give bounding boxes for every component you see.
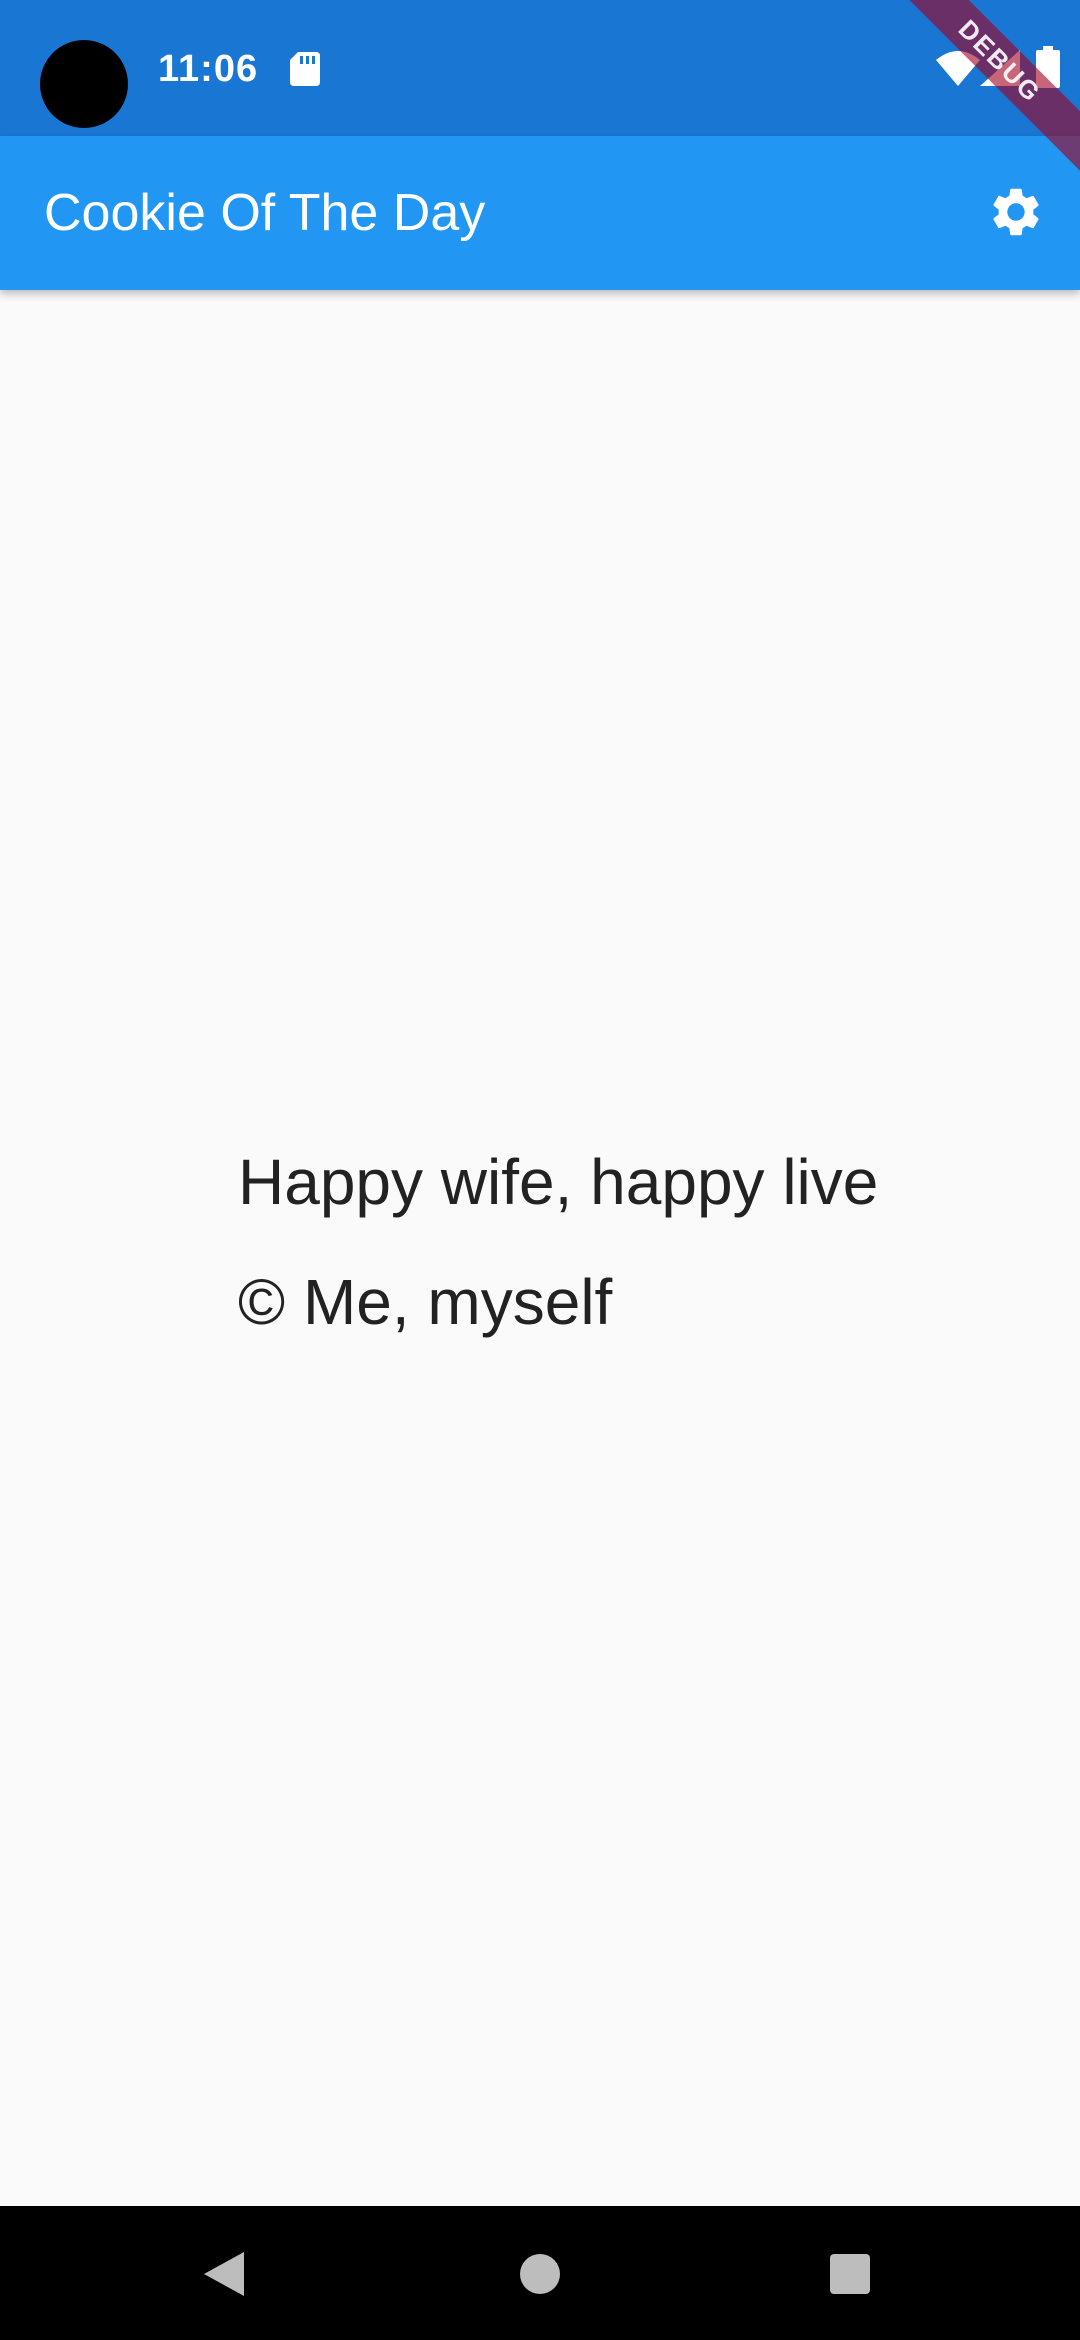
page-title: Cookie Of The Day [44, 184, 486, 242]
back-icon[interactable] [204, 2252, 246, 2296]
main-content: Happy wife, happy live © Me, myself [0, 290, 1080, 2206]
home-icon[interactable] [520, 2254, 560, 2294]
camera-cutout [40, 40, 128, 128]
screen: 11:06 DEBUG Cookie Of The Day Happy wife… [0, 0, 1080, 2340]
navigation-bar [0, 2206, 1080, 2340]
recents-icon[interactable] [830, 2254, 870, 2294]
quote-author: © Me, myself [238, 1266, 613, 1338]
sd-card-icon [290, 52, 320, 86]
settings-button[interactable] [980, 176, 1052, 248]
status-bar: 11:06 [0, 0, 1080, 136]
quote-text: Happy wife, happy live [238, 1146, 879, 1218]
quote-card: Happy wife, happy live © Me, myself [238, 1142, 878, 1342]
app-bar: Cookie Of The Day [0, 136, 1080, 290]
gear-icon [993, 188, 1039, 236]
status-time: 11:06 [158, 48, 259, 90]
